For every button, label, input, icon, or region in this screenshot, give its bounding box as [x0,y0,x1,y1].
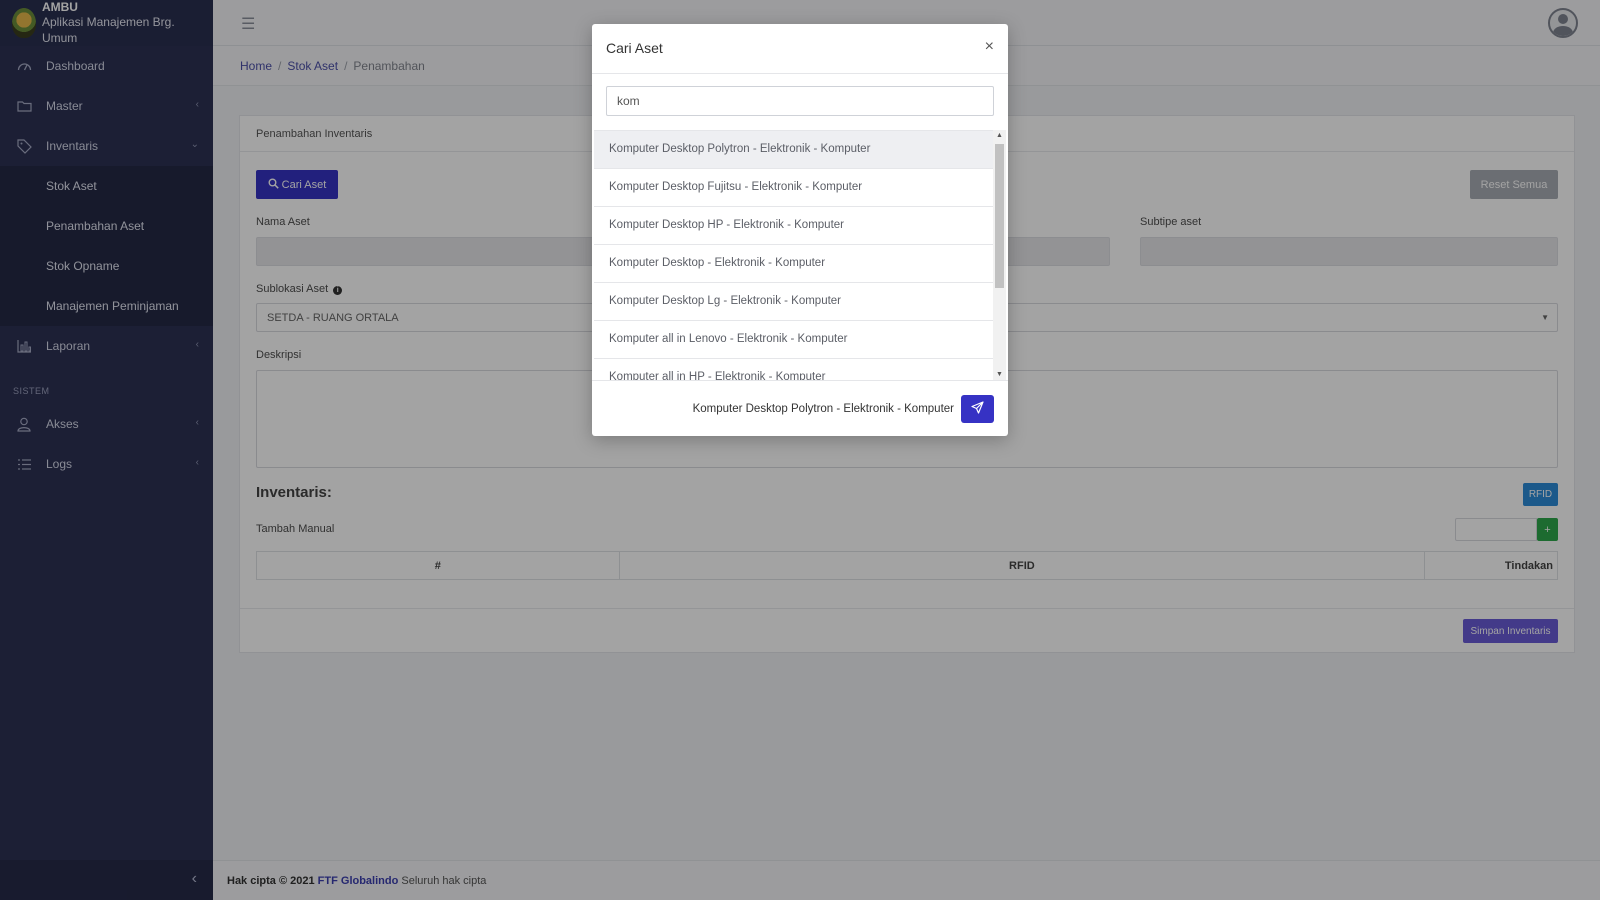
close-icon[interactable]: × [985,38,994,56]
list-item[interactable]: Komputer Desktop Lg - Elektronik - Kompu… [594,283,994,321]
list-item[interactable]: Komputer all in HP - Elektronik - Komput… [594,359,994,380]
scrollbar-thumb[interactable] [995,144,1004,288]
list-item[interactable]: Komputer Desktop HP - Elektronik - Kompu… [594,207,994,245]
search-asset-modal: Cari Aset × Komputer Desktop Polytron - … [592,24,1008,436]
list-item[interactable]: Komputer all in Lenovo - Elektronik - Ko… [594,321,994,359]
scroll-down-icon[interactable]: ▼ [996,371,1003,378]
send-icon [971,401,984,417]
modal-header: Cari Aset × [592,24,1008,74]
results-scrollbar[interactable]: ▲ ▼ [993,130,1006,380]
search-results-list: Komputer Desktop Polytron - Elektronik -… [594,130,994,380]
asset-search-input[interactable] [606,86,994,116]
submit-selection-button[interactable] [961,395,994,423]
modal-title: Cari Aset [606,40,663,56]
scroll-up-icon[interactable]: ▲ [996,132,1003,139]
modal-footer: Komputer Desktop Polytron - Elektronik -… [592,380,1008,436]
list-item[interactable]: Komputer Desktop Fujitsu - Elektronik - … [594,169,994,207]
list-item[interactable]: Komputer Desktop - Elektronik - Komputer [594,245,994,283]
selected-asset-text: Komputer Desktop Polytron - Elektronik -… [692,403,954,415]
list-item[interactable]: Komputer Desktop Polytron - Elektronik -… [594,131,994,169]
